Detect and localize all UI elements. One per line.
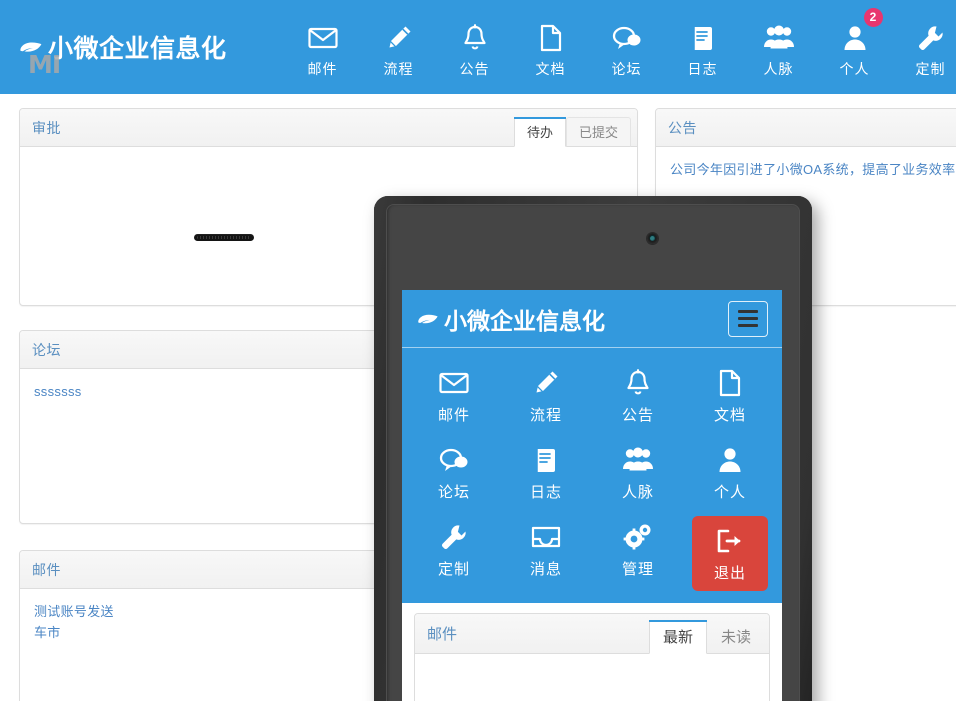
approval-panel-body — [20, 147, 637, 171]
brand-title: 小微企业信息化 — [48, 35, 227, 63]
nav-label: 日志 — [687, 60, 718, 77]
list-item[interactable]: 公司今年因引进了小微OA系统，提高了业务效率 — [670, 159, 956, 180]
leaf-icon — [418, 314, 438, 323]
mobile-brand-logo[interactable]: 小微企业信息化 — [416, 302, 605, 336]
mobile-menu-label: 文档 — [713, 407, 746, 424]
announcement-panel-header: 公告 — [656, 109, 956, 147]
hamburger-icon[interactable] — [728, 300, 768, 337]
mobile-menu-personal[interactable]: 个人 — [684, 439, 776, 504]
group-icon — [763, 22, 795, 54]
front-camera — [647, 233, 658, 244]
mobile-menu-label: 定制 — [437, 561, 470, 578]
envelope-icon — [307, 22, 338, 54]
mobile-menu-label: 流程 — [529, 407, 562, 424]
mobile-menu-label: 消息 — [529, 561, 562, 578]
nav-label: 人脉 — [763, 60, 794, 77]
mobile-mail-tabs: 最新 未读 — [648, 620, 765, 654]
file-icon — [539, 22, 563, 54]
phone-screen: 小微企业信息化 邮件 流程 公告 文档 论坛 日志 人脉 个人 定制 消息 管理… — [402, 290, 782, 701]
panel-title: 邮件 — [32, 561, 61, 578]
comment-icon — [612, 22, 642, 54]
panel-title: 审批 — [32, 119, 61, 136]
mobile-menu-contacts[interactable]: 人脉 — [592, 439, 684, 504]
mobile-menu-workflow[interactable]: 流程 — [500, 362, 592, 427]
nav-label: 论坛 — [611, 60, 642, 77]
earpiece-speaker — [194, 234, 254, 241]
nav-item-announcement[interactable]: 公告 — [437, 16, 513, 79]
nav-item-contacts[interactable]: 人脉 — [741, 16, 817, 79]
user-icon — [843, 22, 867, 54]
inbox-icon — [531, 520, 561, 554]
panel-title: 论坛 — [32, 341, 61, 358]
mobile-menu-customize[interactable]: 定制 — [408, 516, 500, 591]
nav-label: 公告 — [459, 60, 490, 77]
tab-pending[interactable]: 待办 — [513, 117, 566, 147]
book-icon — [533, 443, 559, 477]
device-brand-logo: MI — [28, 50, 61, 79]
nav-item-customize[interactable]: 定制 — [893, 16, 956, 79]
mobile-menu-journal[interactable]: 日志 — [500, 439, 592, 504]
tab-submitted[interactable]: 已提交 — [565, 117, 631, 147]
nav-label: 文档 — [535, 60, 566, 77]
pencil-icon — [532, 366, 560, 400]
pencil-icon — [385, 22, 413, 54]
nav-label: 个人 — [839, 60, 870, 77]
mobile-menu-label: 人脉 — [621, 484, 654, 501]
approval-panel-header: 审批 待办 已提交 — [20, 109, 637, 147]
approval-tabs: 待办 已提交 — [513, 117, 631, 147]
mobile-menu-label: 日志 — [529, 484, 562, 501]
mobile-menu-document[interactable]: 文档 — [684, 362, 776, 427]
nav-item-journal[interactable]: 日志 — [665, 16, 741, 79]
panel-title: 邮件 — [427, 626, 458, 643]
nav-item-mail[interactable]: 邮件 — [285, 16, 361, 79]
comment-icon — [439, 443, 469, 477]
mobile-menu-label: 退出 — [713, 565, 746, 582]
group-icon — [622, 443, 654, 477]
nav-label: 定制 — [915, 60, 946, 77]
mobile-menu-forum[interactable]: 论坛 — [408, 439, 500, 504]
tab-unread[interactable]: 未读 — [707, 620, 765, 654]
bell-icon — [462, 22, 488, 54]
mobile-menu-label: 论坛 — [437, 484, 470, 501]
nav-item-workflow[interactable]: 流程 — [361, 16, 437, 79]
page-root: 小微企业信息化 邮件 流程 公告 文档 论坛 日志 人脉 2 个人 定制 审批 … — [0, 0, 956, 701]
signout-icon — [716, 524, 744, 558]
top-navigation-bar: 小微企业信息化 邮件 流程 公告 文档 论坛 日志 人脉 2 个人 定制 — [0, 0, 956, 94]
mobile-navbar: 小微企业信息化 — [402, 290, 782, 348]
mobile-menu-messages[interactable]: 消息 — [500, 516, 592, 591]
nav-item-personal[interactable]: 2 个人 — [817, 7, 893, 79]
mobile-menu-label: 邮件 — [437, 407, 470, 424]
mobile-menu-admin[interactable]: 管理 — [592, 516, 684, 591]
file-icon — [718, 366, 742, 400]
user-icon — [718, 443, 742, 477]
gears-icon — [623, 520, 653, 554]
mobile-menu-label: 管理 — [621, 561, 654, 578]
mobile-brand-title: 小微企业信息化 — [444, 307, 605, 334]
mobile-mail-panel-body — [415, 654, 769, 701]
announcement-panel-body: 公司今年因引进了小微OA系统，提高了业务效率 — [656, 147, 956, 192]
nav-label: 邮件 — [307, 60, 338, 77]
nav-label: 流程 — [383, 60, 414, 77]
mobile-mail-panel: 邮件 最新 未读 — [414, 613, 770, 701]
status-badge: 2 — [863, 7, 883, 27]
bell-icon — [625, 366, 651, 400]
mobile-mail-panel-header: 邮件 最新 未读 — [415, 614, 769, 654]
mobile-menu-grid: 邮件 流程 公告 文档 论坛 日志 人脉 个人 定制 消息 管理 退出 — [402, 348, 782, 603]
wrench-icon — [917, 22, 945, 54]
envelope-icon — [439, 366, 469, 400]
nav-item-forum[interactable]: 论坛 — [589, 16, 665, 79]
mobile-menu-announcement[interactable]: 公告 — [592, 362, 684, 427]
mobile-menu-mail[interactable]: 邮件 — [408, 362, 500, 427]
tab-latest[interactable]: 最新 — [648, 620, 707, 654]
mobile-menu-label: 公告 — [621, 407, 654, 424]
panel-title: 公告 — [668, 119, 697, 136]
mobile-menu-label: 个人 — [713, 484, 746, 501]
nav-item-document[interactable]: 文档 — [513, 16, 589, 79]
wrench-icon — [440, 520, 468, 554]
mobile-menu-logout[interactable]: 退出 — [692, 516, 768, 591]
book-icon — [690, 22, 716, 54]
top-nav-items: 邮件 流程 公告 文档 论坛 日志 人脉 2 个人 定制 — [285, 7, 956, 79]
